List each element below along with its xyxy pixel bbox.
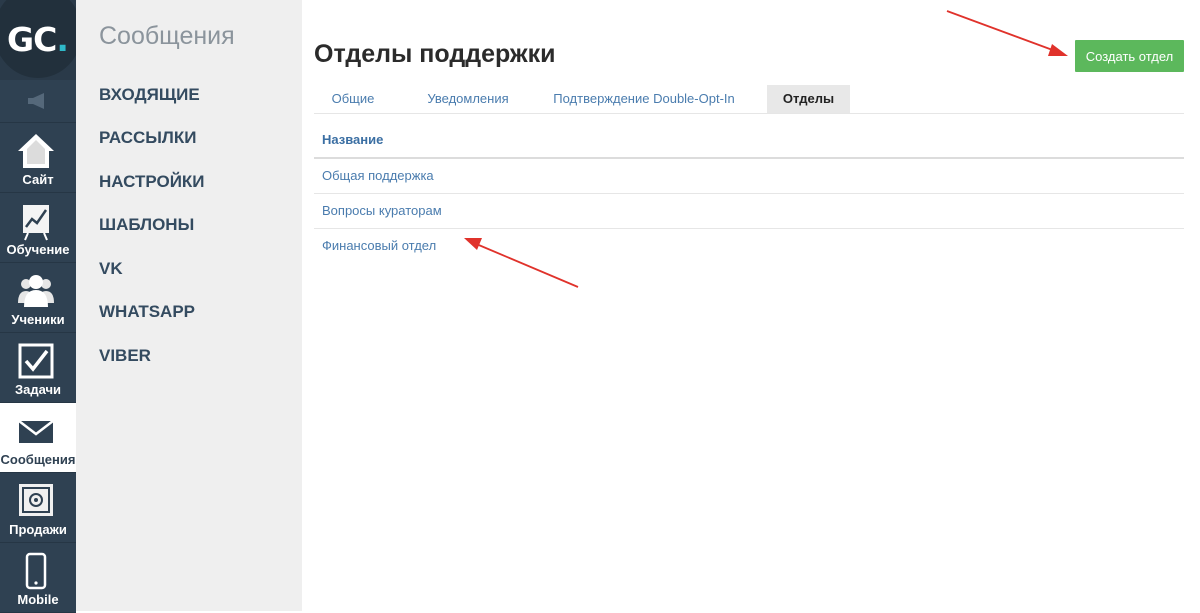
nav-item-label: Ученики [11, 312, 65, 327]
sidebar-link-templates[interactable]: ШАБЛОНЫ [99, 215, 194, 235]
sidebar-link-viber[interactable]: VIBER [99, 346, 151, 366]
sidebar-link-mailings[interactable]: РАССЫЛКИ [99, 128, 196, 148]
settings-tabs: Общие Уведомления Подтверждение Double-O… [314, 85, 1184, 114]
sidebar-link-settings[interactable]: НАСТРОЙКИ [99, 172, 205, 192]
nav-item-training[interactable]: Обучение [0, 193, 76, 263]
table-row[interactable]: Финансовый отдел [314, 229, 1184, 263]
nav-item-sales[interactable]: Продажи [0, 473, 76, 543]
nav-item-students[interactable]: Ученики [0, 263, 76, 333]
safe-icon [19, 484, 53, 516]
sidebar-link-vk[interactable]: VK [99, 259, 123, 279]
column-header-name[interactable]: Название [314, 122, 1184, 159]
nav-item-label: Обучение [6, 242, 70, 257]
create-department-button[interactable]: Создать отдел [1075, 40, 1184, 72]
app-logo[interactable]: GC. [0, 0, 82, 80]
nav-item-label: Сайт [22, 172, 54, 187]
main-content: Отделы поддержки Создать отдел Общие Уве… [302, 0, 1200, 611]
nav-item-mobile[interactable]: Mobile [0, 543, 76, 613]
nav-item-tasks[interactable]: Задачи [0, 333, 76, 403]
sidebar-link-whatsapp[interactable]: WHATSAPP [99, 302, 195, 322]
checkbox-icon [18, 343, 54, 379]
chart-board-icon [23, 205, 49, 241]
logo-dot: . [56, 20, 69, 59]
sidebar-link-inbox[interactable]: ВХОДЯЩИЕ [99, 85, 200, 105]
announcement-button[interactable] [0, 80, 76, 123]
departments-table: Название Общая поддержка Вопросы куратор… [314, 122, 1184, 263]
phone-icon [25, 552, 47, 590]
nav-item-label: Mobile [17, 592, 59, 607]
tab-departments[interactable]: Отделы [767, 85, 850, 113]
megaphone-icon [28, 93, 44, 109]
logo-text: GC [7, 20, 57, 59]
envelope-icon [18, 420, 54, 443]
nav-item-label: Задачи [14, 382, 62, 397]
messages-sidebar: Сообщения ВХОДЯЩИЕ РАССЫЛКИ НАСТРОЙКИ ША… [76, 0, 302, 611]
page-title: Отделы поддержки [314, 40, 556, 68]
tab-general[interactable]: Общие [320, 85, 386, 113]
nav-item-label: Сообщения [0, 452, 76, 467]
table-row[interactable]: Общая поддержка [314, 159, 1184, 194]
users-icon [18, 275, 54, 307]
tab-double-opt-in[interactable]: Подтверждение Double-Opt-In [550, 85, 738, 113]
nav-item-messages[interactable]: Сообщения [0, 403, 76, 473]
nav-item-site[interactable]: Сайт [0, 123, 76, 193]
table-row[interactable]: Вопросы кураторам [314, 194, 1184, 229]
nav-item-label: Продажи [9, 522, 67, 537]
home-icon [18, 134, 54, 168]
sidebar-title: Сообщения [99, 22, 235, 50]
main-nav-rail: GC. Сайт Обучение Ученики Задачи Сообщен… [0, 0, 82, 613]
tab-notifications[interactable]: Уведомления [418, 85, 518, 113]
